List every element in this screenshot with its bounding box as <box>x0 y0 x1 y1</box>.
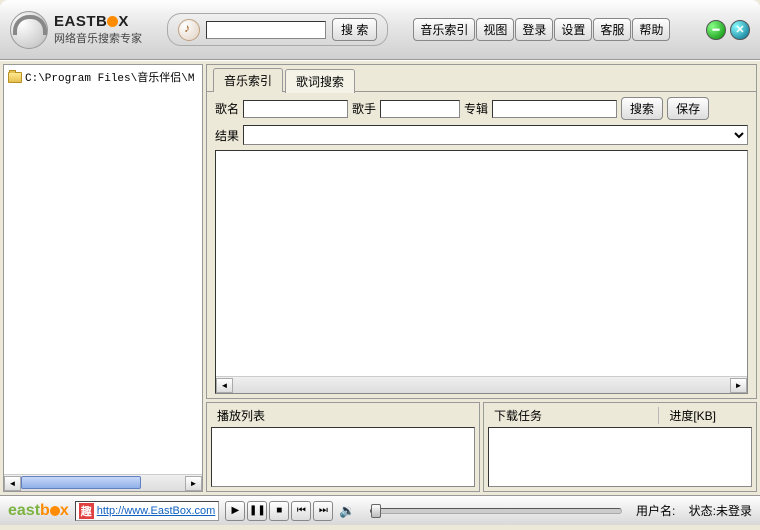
folder-tree[interactable]: C:\Program Files\音乐伴侣\M <box>4 65 202 474</box>
minimize-icon[interactable]: 🗕 <box>706 20 726 40</box>
result-row: 结果 <box>207 125 756 150</box>
logo-area: EASTB X 网络音乐搜索专家 <box>10 11 142 49</box>
slider-knob[interactable] <box>371 504 381 518</box>
nav-help[interactable]: 帮助 <box>632 18 670 41</box>
scroll-left-icon[interactable]: ◄ <box>216 378 233 393</box>
brand-suffix: X <box>118 13 129 30</box>
headphone-icon <box>10 11 48 49</box>
statusbar: eastbx 趣 http://www.EastBox.com ▶ ❚❚ ■ ⏮… <box>0 495 760 525</box>
album-label: 专辑 <box>464 100 488 117</box>
progress-title: 进度[KB] <box>658 407 722 424</box>
logo-text: EASTB X 网络音乐搜索专家 <box>54 13 142 46</box>
singer-label: 歌手 <box>352 100 376 117</box>
content-area: 音乐索引 歌词搜索 歌名 歌手 专辑 搜索 保存 结果 ◄ <box>206 64 757 492</box>
nav-view[interactable]: 视图 <box>476 18 514 41</box>
playlist-panel: 播放列表 <box>206 402 480 492</box>
progress-slider[interactable] <box>370 508 622 514</box>
sidebar-scrollbar[interactable]: ◄ ► <box>4 474 202 491</box>
qu-badge: 趣 <box>79 503 94 519</box>
brand-o-icon <box>50 506 60 516</box>
close-icon[interactable]: ✕ <box>730 20 750 40</box>
nav-music-index[interactable]: 音乐索引 <box>413 18 475 41</box>
brand-prefix: EASTB <box>54 13 107 30</box>
download-title: 下载任务 <box>488 407 548 424</box>
main-area: C:\Program Files\音乐伴侣\M ◄ ► 音乐索引 歌词搜索 歌名… <box>0 60 760 495</box>
status-label: 状态:未登录 <box>689 504 752 518</box>
scroll-right-icon[interactable]: ► <box>730 378 747 393</box>
download-panel: 下载任务 进度[KB] <box>483 402 757 492</box>
tabs-row: 音乐索引 歌词搜索 <box>207 65 756 92</box>
volume-icon[interactable]: 🔉 <box>339 503 355 519</box>
play-icon[interactable]: ▶ <box>225 501 245 521</box>
tabs-panel: 音乐索引 歌词搜索 歌名 歌手 专辑 搜索 保存 结果 ◄ <box>206 64 757 399</box>
album-input[interactable] <box>492 100 617 118</box>
header-toolbar: EASTBX 网络音乐搜索专家 搜 索 音乐索引 视图 登录 设置 客服 帮助 … <box>0 0 760 60</box>
result-area: ◄ ► <box>215 150 748 394</box>
playlist-body[interactable] <box>211 427 475 487</box>
scroll-track[interactable] <box>21 476 185 491</box>
tree-row[interactable]: C:\Program Files\音乐伴侣\M <box>8 69 198 85</box>
global-search-input[interactable] <box>206 21 326 39</box>
save-button[interactable]: 保存 <box>667 97 709 120</box>
sidebar: C:\Program Files\音乐伴侣\M ◄ ► <box>3 64 203 492</box>
global-search-button[interactable]: 搜 索 <box>332 18 377 41</box>
scroll-thumb[interactable] <box>21 476 141 489</box>
brand-footer: eastbx <box>8 502 69 520</box>
nav-buttons: 音乐索引 视图 登录 设置 客服 帮助 <box>413 18 670 41</box>
download-body[interactable] <box>488 427 752 487</box>
user-label: 用户名: <box>636 504 675 518</box>
tab-music-index[interactable]: 音乐索引 <box>213 68 283 92</box>
download-header: 下载任务 进度[KB] <box>488 407 752 427</box>
scroll-right-icon[interactable]: ► <box>185 476 202 491</box>
folder-path: C:\Program Files\音乐伴侣\M <box>25 69 194 85</box>
playlist-header: 播放列表 <box>211 407 475 427</box>
nav-settings[interactable]: 设置 <box>554 18 592 41</box>
player-controls: ▶ ❚❚ ■ ⏮ ⏭ <box>225 501 333 521</box>
song-label: 歌名 <box>215 100 239 117</box>
next-icon[interactable]: ⏭ <box>313 501 333 521</box>
nav-support[interactable]: 客服 <box>593 18 631 41</box>
brand-o-icon <box>107 16 118 27</box>
prev-icon[interactable]: ⏮ <box>291 501 311 521</box>
nav-login[interactable]: 登录 <box>515 18 553 41</box>
playlist-title: 播放列表 <box>211 407 271 424</box>
brand-name: EASTB X <box>54 13 142 30</box>
homepage-link[interactable]: http://www.EastBox.com <box>97 505 216 517</box>
window-controls: 🗕 ✕ <box>706 20 750 40</box>
song-input[interactable] <box>243 100 348 118</box>
folder-icon <box>8 72 22 83</box>
result-label: 结果 <box>215 127 239 144</box>
bottom-panels: 播放列表 下载任务 进度[KB] <box>206 402 757 492</box>
stop-icon[interactable]: ■ <box>269 501 289 521</box>
brand-subtitle: 网络音乐搜索专家 <box>54 30 142 46</box>
search-fields-row: 歌名 歌手 专辑 搜索 保存 <box>207 91 756 125</box>
status-right: 用户名: 状态:未登录 <box>636 502 752 519</box>
singer-input[interactable] <box>380 100 460 118</box>
result-select[interactable] <box>243 125 748 145</box>
scroll-track[interactable] <box>233 378 730 393</box>
search-button[interactable]: 搜索 <box>621 97 663 120</box>
tab-lyric-search[interactable]: 歌词搜索 <box>285 69 355 93</box>
music-search-icon <box>178 19 200 41</box>
scroll-left-icon[interactable]: ◄ <box>4 476 21 491</box>
url-box: 趣 http://www.EastBox.com <box>75 501 220 521</box>
pause-icon[interactable]: ❚❚ <box>247 501 267 521</box>
global-search-box: 搜 索 <box>167 13 388 46</box>
result-scrollbar[interactable]: ◄ ► <box>216 376 747 393</box>
